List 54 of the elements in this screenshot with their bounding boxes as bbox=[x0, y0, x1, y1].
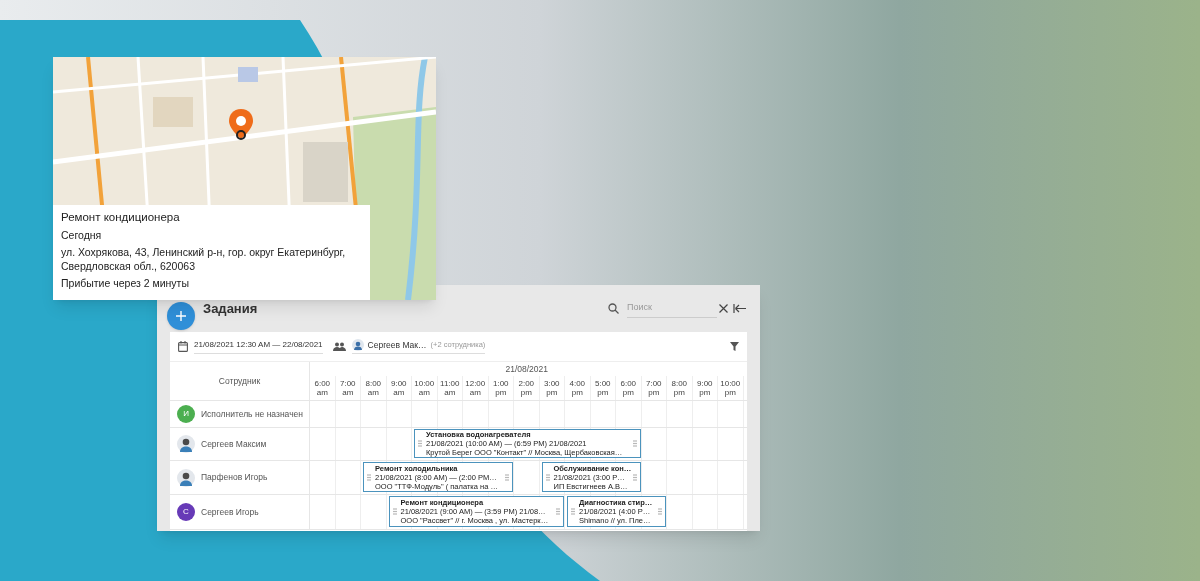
plus-icon bbox=[176, 310, 186, 321]
avatar-icon bbox=[351, 339, 364, 351]
drag-handle-icon[interactable] bbox=[571, 508, 575, 515]
date-range-field[interactable]: 21/08/2021 12:30 AM — 22/08/2021 bbox=[194, 339, 323, 354]
hour-label: 6:00 pm bbox=[616, 376, 642, 400]
filter-icon[interactable] bbox=[730, 342, 739, 351]
hour-label: 3:00 pm bbox=[539, 376, 565, 400]
hour-label: 8:00 pm bbox=[667, 376, 693, 400]
avatar: С bbox=[177, 503, 195, 521]
hour-label: 8:00 am bbox=[361, 376, 387, 400]
drag-handle-icon[interactable] bbox=[658, 508, 662, 515]
drag-handle-icon[interactable] bbox=[545, 473, 550, 481]
hour-label: 5:00 pm bbox=[590, 376, 616, 400]
hour-label: 4:00 pm bbox=[565, 376, 591, 400]
hour-label: 9:00 pm bbox=[692, 376, 718, 400]
drag-handle-icon[interactable] bbox=[632, 440, 637, 447]
drag-handle-icon[interactable] bbox=[505, 473, 509, 481]
date-header: 21/08/2021 bbox=[504, 363, 549, 376]
hour-label: 7:00 pm bbox=[641, 376, 667, 400]
drag-handle-icon[interactable] bbox=[418, 440, 422, 447]
avatar-icon bbox=[177, 468, 195, 487]
add-button[interactable] bbox=[167, 301, 195, 330]
hour-label: 12:00 am bbox=[463, 376, 489, 400]
search-field[interactable]: Поиск bbox=[627, 299, 717, 318]
hour-label: 9:00 am bbox=[386, 376, 412, 400]
calendar-icon bbox=[178, 341, 188, 352]
task-address: ул. Хохрякова, 43, Ленинский р-н, гор. округ Екатеринбург, Свердловская обл., 620063 bbox=[61, 245, 347, 273]
hour-label: 7:00 am bbox=[335, 376, 361, 400]
employee-name: Сергеев Мак… bbox=[367, 338, 427, 352]
collapse-icon[interactable] bbox=[733, 304, 746, 313]
drag-handle-icon[interactable] bbox=[556, 508, 560, 515]
hour-label: 11:00 am bbox=[437, 376, 463, 400]
drag-handle-icon[interactable] bbox=[632, 473, 637, 481]
task-day: Сегодня bbox=[61, 228, 362, 242]
hour-label: 10:00 pm bbox=[718, 376, 744, 400]
employee-name: Сергеев Максим bbox=[201, 437, 267, 451]
people-icon bbox=[332, 342, 346, 351]
column-header: Сотрудник bbox=[170, 362, 310, 400]
employee-name: Исполнитель не назначен bbox=[201, 407, 303, 421]
hour-label: 6:00 am bbox=[310, 376, 336, 400]
hour-label: 1:00 pm bbox=[488, 376, 514, 400]
close-icon[interactable] bbox=[719, 304, 728, 313]
drag-handle-icon[interactable] bbox=[392, 508, 397, 515]
search-icon bbox=[608, 303, 619, 314]
task-title: Ремонт кондиционера bbox=[61, 210, 181, 225]
employee-name: Парфенов Игорь bbox=[201, 471, 268, 484]
avatar: И bbox=[177, 405, 195, 423]
hour-label: 10:00 am bbox=[412, 376, 438, 400]
drag-handle-icon[interactable] bbox=[367, 473, 371, 481]
avatar-icon bbox=[177, 435, 195, 453]
arrival-time: Прибытие через 2 минуты bbox=[61, 276, 190, 290]
employee-name: Сергеев Игорь bbox=[201, 505, 259, 519]
hour-label: 2:00 pm bbox=[514, 376, 540, 400]
panel-title: Задания bbox=[203, 299, 258, 318]
